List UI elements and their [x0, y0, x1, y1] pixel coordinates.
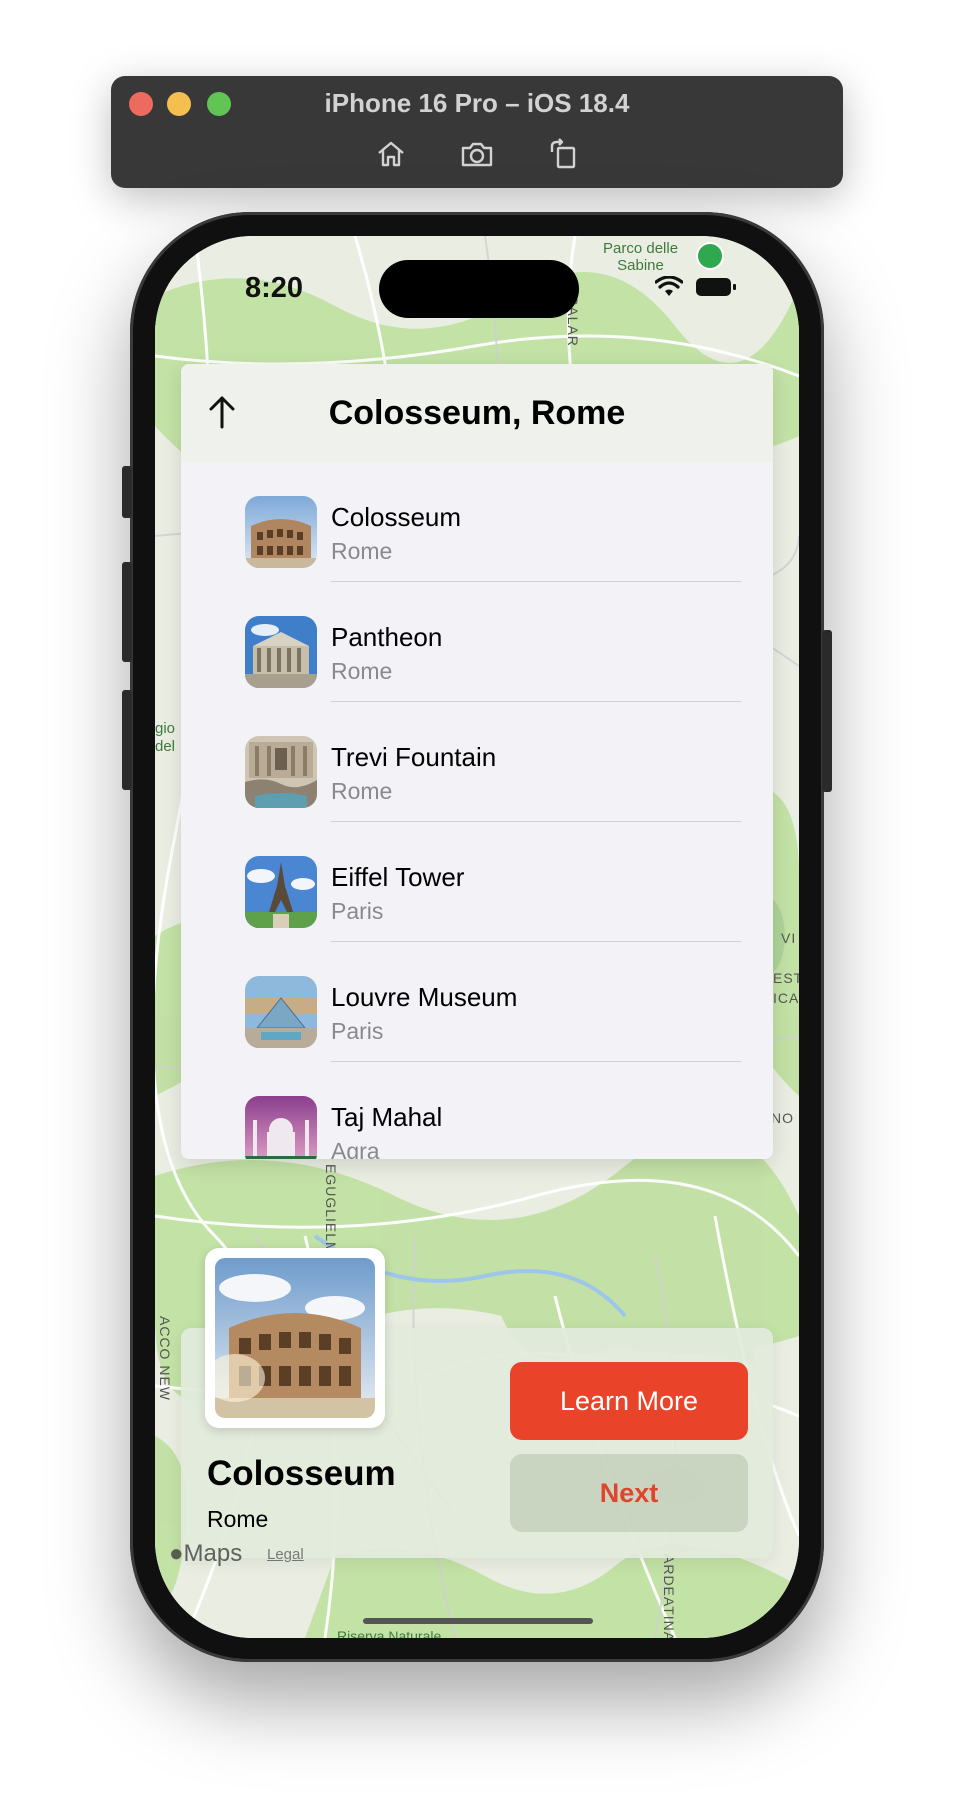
screenshot-icon	[461, 142, 493, 167]
list-item-subtitle: Rome	[331, 658, 393, 684]
map-label-left-a: gio	[155, 720, 176, 737]
colosseum-thumbnail	[245, 496, 317, 568]
map-label-acco: ACCO NEW	[157, 1316, 173, 1401]
next-button[interactable]: Next	[510, 1454, 748, 1532]
iphone-screen: Parco delle Sabine SALAR gio del VI EST …	[155, 236, 799, 1638]
list-item-pantheon[interactable]: Pantheon Rome	[181, 582, 773, 702]
rotate-icon	[550, 138, 576, 169]
locations-list: Colosseum Rome Pantheon Rome Trevi Fount…	[181, 462, 773, 1159]
home-icon	[378, 141, 404, 167]
map-label-park: Parco delle Sabine	[603, 240, 679, 274]
list-item-eiffel-tower[interactable]: Eiffel Tower Paris	[181, 822, 773, 942]
list-item-title: Trevi Fountain	[331, 742, 497, 772]
learn-more-button[interactable]: Learn More	[510, 1362, 748, 1440]
map-label-right-c: ICA	[773, 990, 799, 1006]
home-button[interactable]	[371, 134, 411, 174]
map-label-right-d: NO	[771, 1110, 794, 1126]
list-item-title: Colosseum	[331, 502, 462, 532]
maps-logo: ●Maps	[169, 1540, 242, 1568]
list-item-subtitle: Agra	[331, 1138, 380, 1159]
list-item-title: Louvre Museum	[331, 982, 518, 1012]
colosseum-photo	[215, 1258, 375, 1418]
screenshot-button[interactable]	[457, 134, 497, 174]
card-title: Colosseum	[207, 1454, 396, 1493]
battery-icon	[696, 278, 736, 296]
simulator-toolbar: iPhone 16 Pro – iOS 18.4	[111, 76, 843, 188]
map-label-reserve: Riserva Naturale	[337, 1628, 442, 1638]
wifi-icon	[655, 276, 683, 296]
map-label-right-b: EST	[773, 970, 799, 986]
simulator-title: iPhone 16 Pro – iOS 18.4	[324, 88, 630, 118]
map-label-left-b: del	[155, 738, 176, 755]
list-item-subtitle: Paris	[331, 1018, 384, 1044]
home-indicator[interactable]	[363, 1618, 593, 1624]
map-label-right-a: VI	[781, 930, 797, 946]
rotate-button[interactable]	[543, 134, 583, 174]
list-item-title: Pantheon	[331, 622, 443, 652]
list-item-title: Eiffel Tower	[331, 862, 465, 892]
list-item-subtitle: Paris	[331, 898, 384, 924]
list-item-subtitle: Rome	[331, 538, 393, 564]
map-label-ardeatina: ARDEATINA	[661, 1554, 677, 1638]
locations-panel: Colosseum, Rome Colosseum Rome Pantheon …	[181, 364, 773, 1159]
status-time: 8:20	[245, 272, 304, 304]
list-item-colosseum[interactable]: Colosseum Rome	[181, 462, 773, 582]
maps-logo-text: Maps	[183, 1540, 243, 1567]
card-subtitle: Rome	[207, 1506, 269, 1532]
list-item-taj-mahal[interactable]: Taj Mahal Agra	[181, 1062, 773, 1159]
pantheon-thumbnail	[245, 616, 317, 688]
card-photo	[205, 1248, 385, 1428]
trevi-fountain-thumbnail	[245, 736, 317, 808]
apple-logo-icon: ●	[169, 1540, 184, 1567]
up-arrow-icon[interactable]	[205, 394, 239, 430]
list-item-trevi-fountain[interactable]: Trevi Fountain Rome	[181, 702, 773, 822]
action-button	[122, 466, 132, 518]
map-label-guglielmo: EGUGLIELM	[323, 1164, 339, 1255]
dynamic-island	[379, 260, 579, 318]
side-button	[822, 630, 832, 792]
list-item-title: Taj Mahal	[331, 1102, 443, 1132]
volume-down-button	[122, 690, 132, 790]
legal-link[interactable]: Legal	[267, 1546, 304, 1563]
park-poi-icon[interactable]	[696, 242, 724, 270]
volume-up-button	[122, 562, 132, 662]
panel-title: Colosseum, Rome	[328, 393, 626, 432]
panel-header: Colosseum, Rome	[181, 364, 773, 462]
list-item-subtitle: Rome	[331, 778, 393, 804]
louvre-museum-thumbnail	[245, 976, 317, 1048]
eiffel-tower-thumbnail	[245, 856, 317, 928]
list-item-louvre-museum[interactable]: Louvre Museum Paris	[181, 942, 773, 1062]
taj-mahal-thumbnail	[245, 1096, 317, 1159]
